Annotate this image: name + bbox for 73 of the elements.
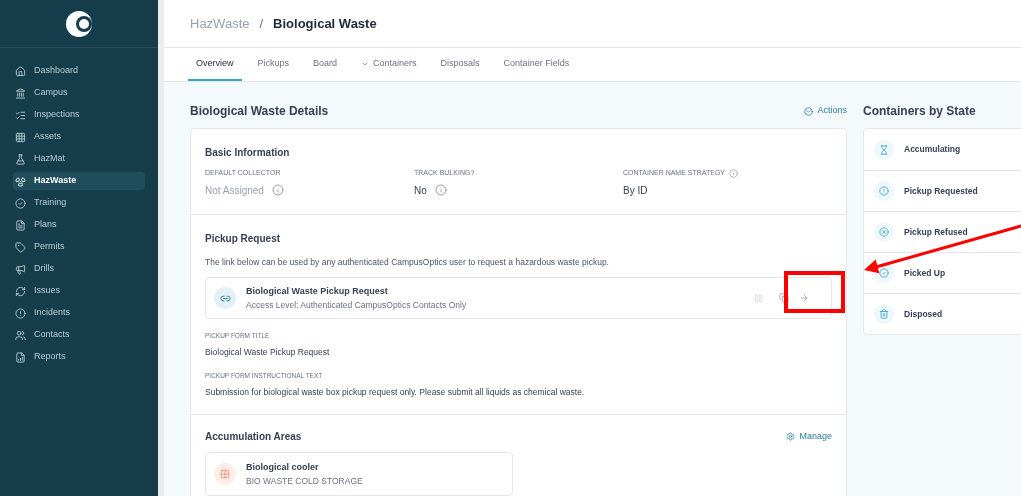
field-value: No [414, 183, 427, 198]
area-subtitle: BIO WASTE COLD STORAGE [246, 474, 363, 488]
tab[interactable]: Pickups [249, 48, 298, 81]
description-text: The link below can be used by any authenticated CampusOptics user to request a hazardous waste pickup. [205, 255, 610, 269]
gear-icon [786, 432, 796, 442]
tag-icon [15, 241, 26, 253]
card-heading: Pickup Request [205, 231, 282, 246]
field-value: Submission for biological waste box pickup request only. Please submit all liquids as chemical waste. [205, 385, 586, 399]
state-row[interactable]: Accumulating [864, 129, 1021, 170]
sidebar-item[interactable]: Assets [13, 128, 145, 146]
section-title: Biological Waste Details [190, 103, 329, 120]
sidebar-item[interactable]: Training [13, 194, 145, 212]
sidebar-item[interactable]: Dashboard [13, 62, 145, 80]
sidebar-item[interactable]: Plans [13, 216, 145, 234]
section-title: Containers by State [863, 103, 977, 120]
actions-button[interactable]: Actions [804, 104, 847, 118]
sidebar-item[interactable]: Incidents [13, 304, 145, 322]
sidebar-item[interactable]: Inspections [13, 106, 145, 124]
sidebar-item[interactable]: Reports [13, 348, 145, 366]
tab[interactable]: Overview [188, 48, 242, 81]
arrow-right-icon[interactable] [799, 293, 809, 304]
link-icon [214, 287, 236, 310]
chevron-circle-icon [804, 106, 814, 116]
area-card[interactable]: Biological cooler BIO WASTE COLD STORAGE [205, 452, 513, 496]
grid-icon [15, 131, 26, 143]
field-value: Not Assigned [205, 183, 264, 198]
tab[interactable]: Containers [353, 48, 425, 81]
copy-icon[interactable] [779, 293, 789, 304]
manage-button[interactable]: Manage [786, 430, 832, 444]
check-circle-icon [15, 197, 26, 209]
breadcrumb-separator: / [259, 14, 264, 33]
qr-icon[interactable] [754, 293, 763, 303]
trash-icon [874, 304, 894, 324]
megaphone-icon [15, 263, 26, 275]
highlight-frame [784, 271, 845, 313]
sidebar-item[interactable]: Permits [13, 238, 145, 256]
checklist-icon [15, 109, 26, 121]
tab[interactable]: Container Fields [495, 48, 578, 81]
state-row[interactable]: Disposed [864, 293, 1021, 334]
sidebar-item[interactable]: HazMat [13, 150, 145, 168]
sidebar-item[interactable]: Issues [13, 282, 145, 300]
state-row[interactable]: Pickup Requested [864, 170, 1021, 211]
card-heading: Basic Information [205, 146, 291, 160]
card-heading: Accumulation Areas [205, 430, 302, 445]
bank-icon [15, 87, 26, 99]
area-name: Biological cooler [246, 461, 320, 475]
field-value: Biological Waste Pickup Request [205, 346, 331, 359]
hourglass-icon [874, 139, 894, 160]
field-value: By ID [623, 183, 649, 198]
people-icon [15, 329, 26, 341]
alert-circle-icon [15, 307, 26, 319]
home-icon [15, 65, 26, 77]
refresh-icon [15, 285, 26, 297]
report-icon [15, 351, 26, 363]
link-title: Biological Waste Pickup Request [246, 285, 389, 299]
sidebar-item[interactable]: Contacts [13, 326, 145, 344]
tab[interactable]: Board [305, 48, 346, 81]
logo-icon [66, 10, 92, 37]
document-icon [15, 219, 26, 231]
link-card[interactable]: Biological Waste Pickup Request Access Level: Authenticated CampusOptics Contacts Only [205, 277, 832, 320]
radiation-icon [15, 175, 26, 187]
flask-icon [15, 153, 26, 165]
sidebar-item[interactable]: Campus [13, 84, 145, 102]
info-icon[interactable] [271, 184, 284, 196]
page-title: Biological Waste [273, 14, 377, 33]
state-row[interactable]: Pickup Refused [864, 211, 1021, 252]
sidebar-item[interactable]: Drills [13, 260, 145, 278]
sidebar-item[interactable]: HazWaste [13, 172, 145, 190]
info-icon[interactable] [434, 184, 447, 196]
grid-icon [214, 463, 236, 486]
tab[interactable]: Disposals [432, 48, 488, 81]
info-icon[interactable] [729, 168, 739, 178]
link-subtitle: Access Level: Authenticated CampusOptics Contacts Only [246, 298, 468, 312]
